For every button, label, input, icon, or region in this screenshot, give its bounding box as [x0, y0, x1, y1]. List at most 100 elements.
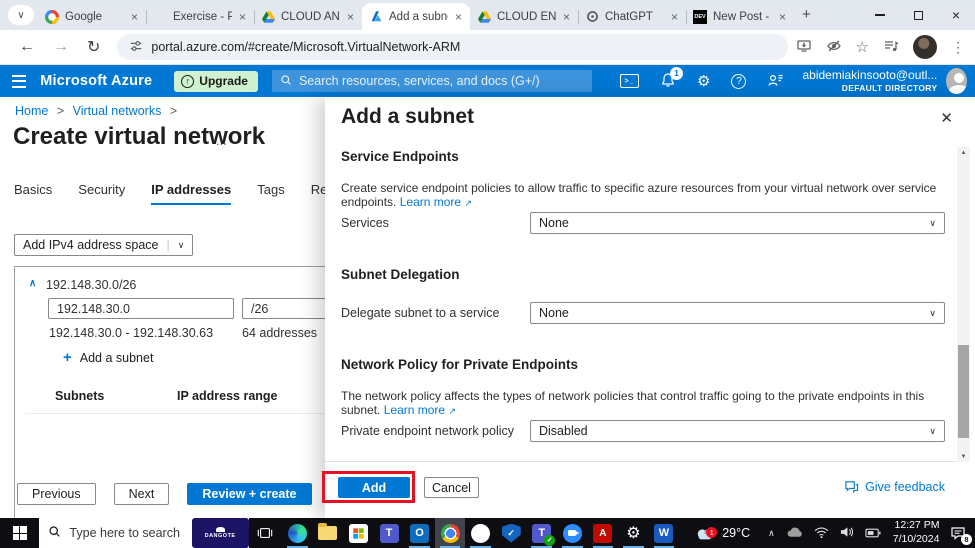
tab-ip-addresses[interactable]: IP addresses — [151, 182, 232, 205]
cancel-button[interactable]: Cancel — [424, 477, 479, 498]
close-panel-icon[interactable]: ✕ — [940, 109, 953, 127]
scroll-up-icon[interactable]: ▲ — [957, 147, 970, 158]
add-button[interactable]: Add — [338, 477, 410, 498]
browser-tab-exercise[interactable]: Exercise - Prov × — [146, 3, 255, 30]
search-placeholder: Type here to search — [69, 526, 180, 540]
bookmark-star-icon[interactable]: ☆ — [856, 38, 869, 56]
learn-more-link[interactable]: Learn more — [400, 195, 461, 209]
taskbar-search-input[interactable]: Type here to search DANGOTE — [39, 518, 249, 548]
feedback-icon[interactable] — [767, 72, 784, 91]
start-button[interactable] — [0, 518, 39, 548]
reading-list-icon[interactable] — [883, 38, 899, 57]
tab-close-icon[interactable]: × — [130, 10, 139, 24]
action-center-button[interactable]: 8 — [941, 518, 975, 548]
taskbar-word-icon[interactable]: W — [649, 518, 680, 548]
browser-profile-avatar[interactable] — [913, 35, 937, 59]
dangote-logo-icon — [215, 527, 225, 532]
help-icon[interactable]: ? — [731, 73, 747, 89]
account-directory: DEFAULT DIRECTORY — [841, 83, 938, 94]
weather-alert-badge: 1 — [706, 526, 718, 538]
wifi-icon[interactable] — [814, 526, 829, 541]
tab-close-icon[interactable]: × — [454, 10, 463, 24]
tab-tags[interactable]: Tags — [257, 182, 284, 205]
taskbar-clock[interactable]: 12:27 PM 7/10/2024 — [893, 519, 940, 546]
taskbar-chrome-icon[interactable] — [434, 518, 466, 548]
taskbar-acrobat-icon[interactable]: A — [588, 518, 619, 548]
onedrive-cloud-icon[interactable] — [786, 526, 803, 541]
tab-security[interactable]: Security — [78, 182, 125, 205]
title-ellipsis-menu[interactable]: ... — [216, 133, 227, 148]
weather-widget[interactable]: 1 29°C — [689, 526, 756, 541]
new-tab-button[interactable]: + — [802, 6, 811, 23]
tab-close-icon[interactable]: × — [238, 10, 247, 24]
ip-address-input[interactable]: 192.148.30.0 — [48, 298, 234, 319]
settings-gear-icon[interactable]: ⚙ — [697, 72, 710, 90]
browser-tab-chatgpt[interactable]: ChatGPT × — [578, 3, 687, 30]
taskbar-outlook-icon[interactable]: O — [404, 518, 435, 548]
cloud-shell-icon[interactable]: >_ — [620, 74, 640, 88]
install-app-icon[interactable] — [796, 38, 812, 57]
search-icon — [48, 525, 61, 541]
device-icon[interactable] — [865, 526, 881, 541]
browser-tab-cloud-and[interactable]: CLOUD AND D × — [254, 3, 362, 30]
task-view-button[interactable] — [249, 518, 283, 548]
services-dropdown[interactable]: None ∨ — [530, 212, 945, 234]
tab-search-button[interactable]: ∨ — [8, 5, 34, 25]
speaker-icon[interactable] — [840, 526, 854, 541]
taskbar-edge-icon[interactable] — [282, 518, 313, 548]
tab-close-icon[interactable]: × — [778, 10, 787, 24]
breadcrumb-home-link[interactable]: Home — [15, 104, 48, 118]
back-button[interactable]: ← — [19, 38, 35, 56]
give-feedback-link[interactable]: Give feedback — [844, 480, 945, 494]
policy-dropdown[interactable]: Disabled ∨ — [530, 420, 945, 442]
browser-tab-google[interactable]: Google × — [38, 3, 147, 30]
browser-tab-cloud-engin[interactable]: CLOUD ENGIN × — [470, 3, 579, 30]
taskbar-zoom-icon[interactable] — [557, 518, 588, 548]
maximize-button[interactable] — [899, 0, 937, 30]
taskbar-teams-icon[interactable]: T — [374, 518, 405, 548]
minimize-button[interactable] — [861, 0, 899, 30]
next-button[interactable]: Next — [113, 483, 170, 505]
tray-expand-icon[interactable]: ∧ — [768, 528, 775, 539]
reload-button[interactable]: ↻ — [87, 37, 100, 57]
taskbar-teams-work-icon[interactable]: T ✓ — [526, 518, 557, 548]
address-bar[interactable]: portal.azure.com/#create/Microsoft.Virtu… — [117, 34, 788, 60]
panel-scrollbar[interactable]: ▲ ▼ — [957, 147, 970, 462]
tab-close-icon[interactable]: × — [562, 10, 571, 24]
browser-menu-icon[interactable]: ⋮ — [951, 39, 965, 56]
learn-more-link[interactable]: Learn more — [384, 403, 445, 417]
breadcrumb-vnet-link[interactable]: Virtual networks — [73, 104, 162, 118]
taskbar-defender-shield-icon[interactable]: ✓ — [496, 518, 527, 548]
column-subnets: Subnets — [55, 389, 105, 403]
add-subnet-link[interactable]: + Add a subnet — [63, 349, 153, 366]
taskbar-slack-icon[interactable] — [465, 518, 496, 548]
azure-search-input[interactable]: Search resources, services, and docs (G+… — [271, 70, 593, 92]
hamburger-menu-icon[interactable] — [12, 74, 27, 88]
add-ipv4-address-space-button[interactable]: Add IPv4 address space | ∨ — [14, 234, 194, 256]
site-settings-icon[interactable] — [129, 39, 143, 56]
taskbar-file-explorer-icon[interactable] — [313, 518, 344, 548]
upgrade-button[interactable]: ↑ Upgrade — [174, 70, 258, 92]
azure-brand[interactable]: Microsoft Azure — [40, 73, 152, 89]
account-info[interactable]: abidemiakinsooto@outl... DEFAULT DIRECTO… — [802, 68, 937, 94]
forward-button[interactable]: → — [53, 38, 69, 56]
tab-close-icon[interactable]: × — [670, 10, 679, 24]
taskbar-store-icon[interactable] — [343, 518, 374, 548]
notifications-bell-icon[interactable]: 1 — [660, 66, 684, 91]
previous-button[interactable]: Previous — [17, 483, 96, 505]
tab-close-icon[interactable]: × — [346, 10, 355, 24]
collapse-chevron-icon[interactable]: ∧ — [29, 278, 36, 289]
scroll-down-icon[interactable]: ▼ — [957, 451, 970, 462]
tab-basics[interactable]: Basics — [14, 182, 52, 205]
scrollbar-thumb[interactable] — [958, 345, 969, 438]
review-create-button[interactable]: Review + create — [187, 483, 312, 505]
browser-tab-add-subnet[interactable]: Add a subnet × — [362, 3, 470, 30]
eye-off-icon[interactable] — [826, 38, 842, 57]
account-avatar[interactable] — [946, 68, 967, 94]
browser-tab-new-post[interactable]: DEV New Post - DE × — [686, 3, 794, 30]
azure-favicon — [369, 10, 383, 24]
close-window-button[interactable]: × — [937, 0, 975, 30]
taskbar-settings-icon[interactable]: ⚙ — [618, 518, 649, 548]
main-content: Home > Virtual networks > Create virtual… — [0, 97, 975, 548]
delegate-dropdown[interactable]: None ∨ — [530, 302, 945, 324]
